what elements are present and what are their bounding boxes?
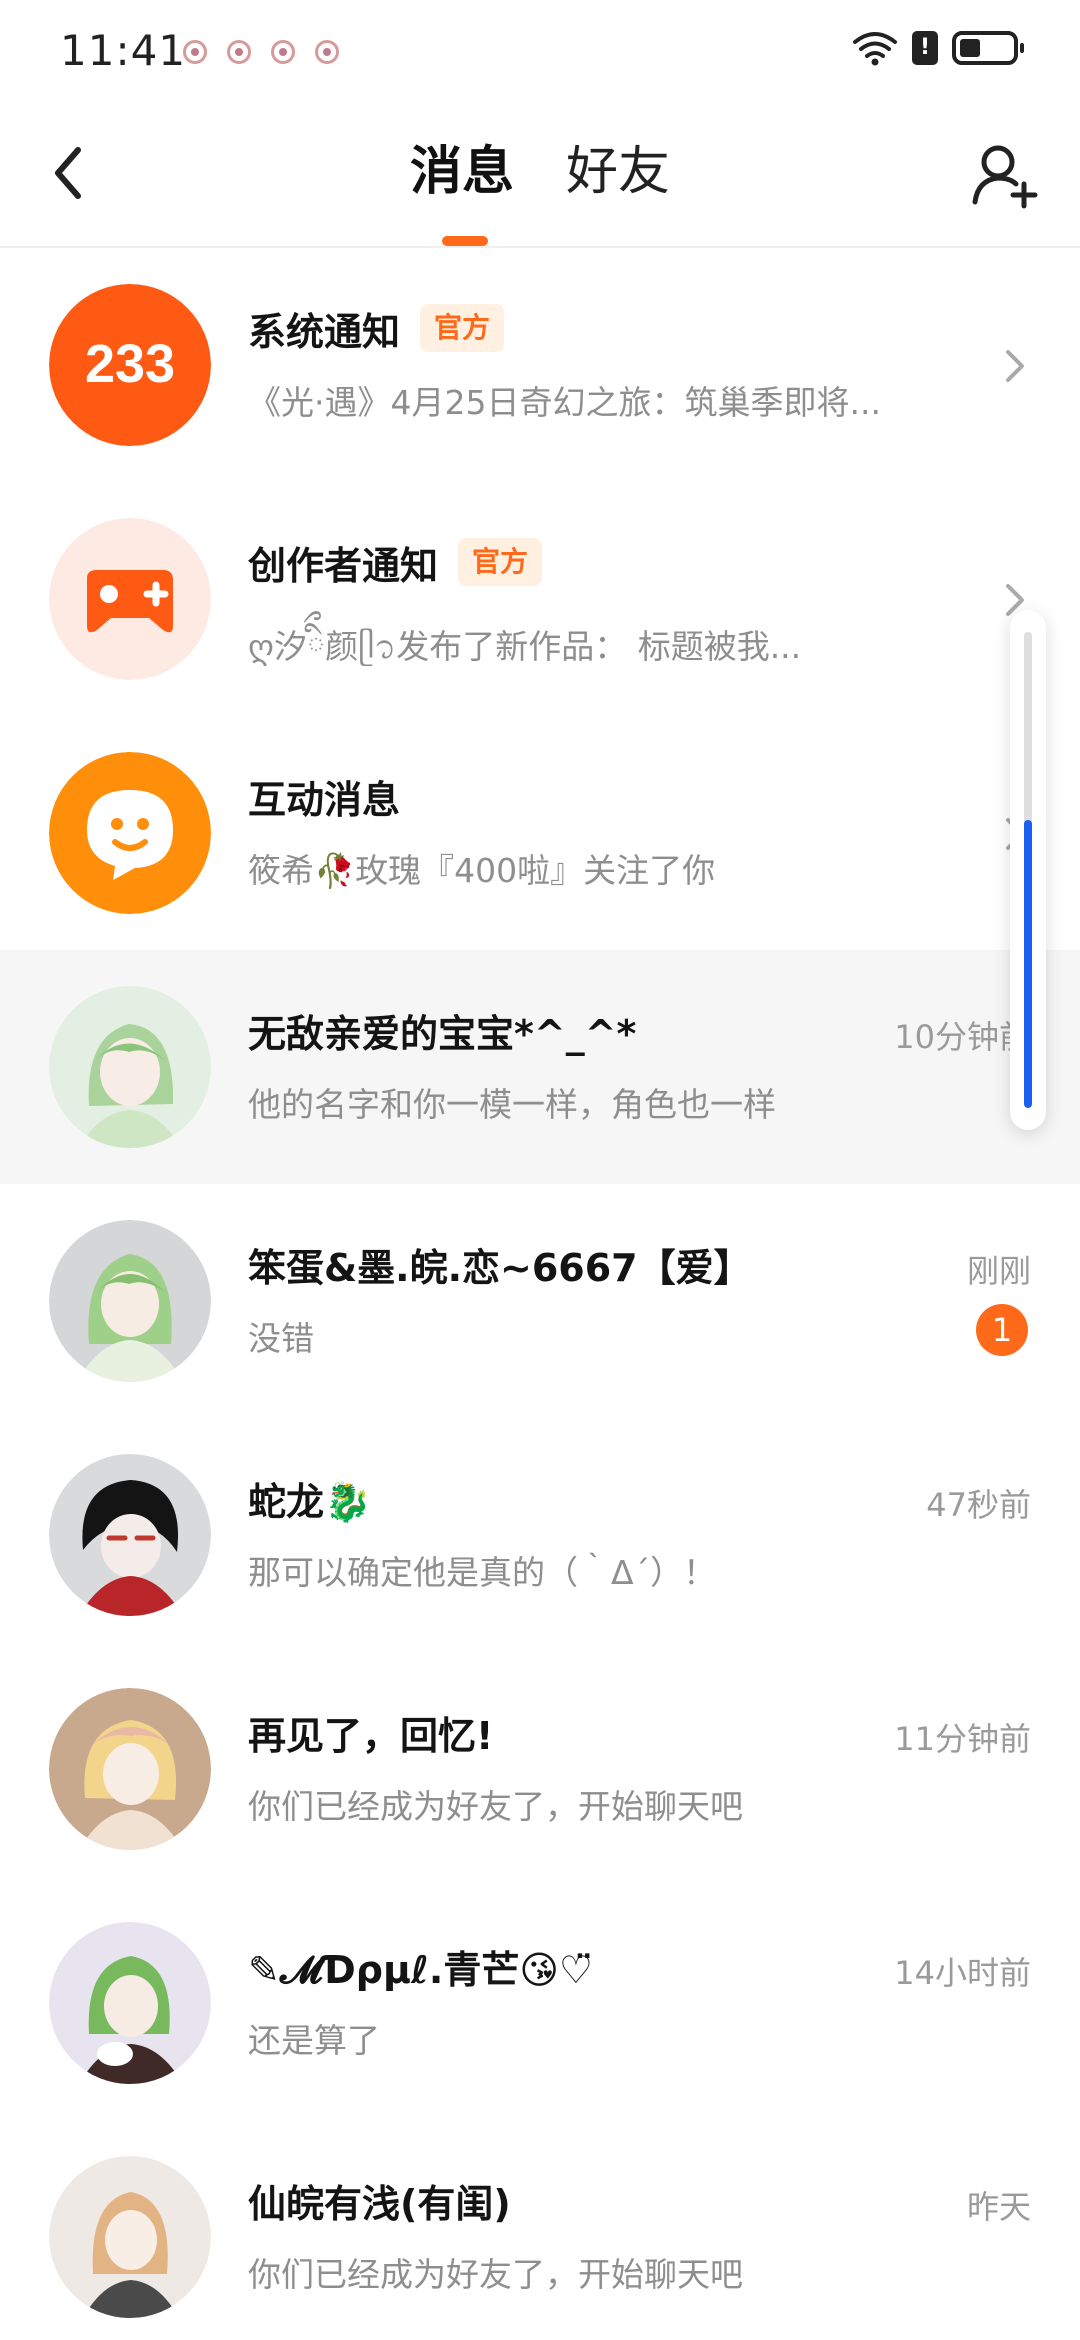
official-badge: 官方 xyxy=(458,538,543,586)
list-item[interactable]: 蛇龙🐉 47秒前 那可以确定他是真的（｀Δ´）！ xyxy=(0,1418,1080,1652)
scrollbar-thumb[interactable] xyxy=(1024,820,1032,1108)
message-time: 11分钟前 xyxy=(894,1720,1031,1758)
contact-name: 再见了，回忆! xyxy=(248,1713,494,1758)
message-list: 233 系统通知 官方 《光·遇》4月25日奇幻之旅：筑巢季即将... 创作者通… xyxy=(0,248,1080,2340)
list-item[interactable]: 互动消息 筱希🥀玫瑰『400啦』关注了你 xyxy=(0,716,1080,950)
contact-name: ✎𝓜Ɗρµℓ.青芒😘♡̈ xyxy=(248,1947,594,1992)
list-item[interactable]: 仙皖有浅(有闺) 昨天 你们已经成为好友了，开始聊天吧 xyxy=(0,2120,1080,2340)
wifi-icon xyxy=(853,32,897,66)
message-preview: 筱希🥀玫瑰『400啦』关注了你 xyxy=(248,851,716,890)
message-time: 14小时前 xyxy=(894,1954,1031,1992)
list-item[interactable]: 再见了，回忆! 11分钟前 你们已经成为好友了，开始聊天吧 xyxy=(0,1652,1080,1886)
notification-icon xyxy=(271,40,295,64)
scrollbar[interactable] xyxy=(1010,610,1046,1130)
contact-name: 无敌亲爱的宝宝*^_^* xyxy=(248,1011,637,1056)
message-time: 47秒前 xyxy=(926,1486,1031,1524)
list-item[interactable]: 笨蛋&墨.皖.恋~6667【爱】 刚刚 没错 1 xyxy=(0,1184,1080,1418)
contact-name: 仙皖有浅(有闺) xyxy=(248,2181,511,2226)
message-preview: ღ汐ིྀ颜ᥫ᭡发布了新作品： 标题被我... xyxy=(248,627,802,666)
status-indicators: ! xyxy=(852,30,1024,66)
avatar-label: 233 xyxy=(85,334,175,394)
chevron-right-icon xyxy=(1006,350,1024,382)
avatar[interactable] xyxy=(49,2156,211,2318)
notification-icons xyxy=(183,40,339,64)
name-line: 互动消息 xyxy=(248,768,400,824)
contact-name: 创作者通知 xyxy=(248,543,439,588)
name-line: 再见了，回忆! xyxy=(248,1704,493,1760)
message-preview: 他的名字和你一模一样，角色也一样 xyxy=(248,1085,776,1124)
add-friend-icon[interactable] xyxy=(970,140,1040,210)
screen: 11:41 ! 消息 好友 233 系统通知 官方 《光·遇》4月25日奇幻之旅… xyxy=(0,0,1080,2340)
unread-badge: 1 xyxy=(976,1304,1028,1356)
back-icon[interactable] xyxy=(40,138,100,208)
battery-icon xyxy=(952,31,1024,65)
list-item[interactable]: 创作者通知 官方 ღ汐ིྀ颜ᥫ᭡发布了新作品： 标题被我... xyxy=(0,482,1080,716)
list-item[interactable]: ✎𝓜Ɗρµℓ.青芒😘♡̈ 14小时前 还是算了 xyxy=(0,1886,1080,2120)
official-badge: 官方 xyxy=(420,304,505,352)
name-line: 系统通知 官方 xyxy=(248,300,505,356)
top-nav: 消息 好友 xyxy=(0,104,1080,248)
contact-name: 互动消息 xyxy=(248,777,401,822)
avatar[interactable] xyxy=(49,1688,211,1850)
message-preview: 没错 xyxy=(248,1319,314,1358)
status-time: 11:41 xyxy=(60,26,187,75)
contact-name: 系统通知 xyxy=(248,309,401,354)
contact-name: 笨蛋&墨.皖.恋~6667【爱】 xyxy=(248,1245,752,1290)
notification-icon xyxy=(227,40,251,64)
message-preview: 还是算了 xyxy=(248,2021,380,2060)
gamepad-icon xyxy=(49,518,211,680)
tab-messages[interactable]: 消息 xyxy=(410,140,514,204)
name-line: 仙皖有浅(有闺) xyxy=(248,2172,511,2228)
message-preview: 你们已经成为好友了，开始聊天吧 xyxy=(248,1787,743,1826)
contact-name: 蛇龙🐉 xyxy=(248,1479,372,1524)
avatar[interactable] xyxy=(49,986,211,1148)
list-item[interactable]: 无敌亲爱的宝宝*^_^* 10分钟前 他的名字和你一模一样，角色也一样 xyxy=(0,950,1080,1184)
message-preview: 你们已经成为好友了，开始聊天吧 xyxy=(248,2255,743,2294)
chat-bubble-icon xyxy=(49,752,211,914)
notification-icon xyxy=(183,40,207,64)
tab-friends[interactable]: 好友 xyxy=(566,140,670,204)
message-time: 昨天 xyxy=(966,2188,1031,2226)
message-preview: 《光·遇》4月25日奇幻之旅：筑巢季即将... xyxy=(248,383,881,422)
system-notice-icon: 233 xyxy=(49,284,211,446)
name-line: 笨蛋&墨.皖.恋~6667【爱】 xyxy=(248,1236,752,1292)
avatar[interactable] xyxy=(49,1220,211,1382)
name-line: 无敌亲爱的宝宝*^_^* xyxy=(248,1002,636,1058)
notification-icon xyxy=(315,40,339,64)
avatar[interactable] xyxy=(49,1922,211,2084)
active-tab-indicator xyxy=(442,236,488,246)
name-line: ✎𝓜Ɗρµℓ.青芒😘♡̈ xyxy=(248,1938,593,1994)
status-bar: 11:41 ! xyxy=(0,0,1080,104)
message-preview: 那可以确定他是真的（｀Δ´）！ xyxy=(248,1553,717,1592)
list-item[interactable]: 233 系统通知 官方 《光·遇》4月25日奇幻之旅：筑巢季即将... xyxy=(0,248,1080,482)
alert-icon: ! xyxy=(912,31,938,65)
name-line: 蛇龙🐉 xyxy=(248,1470,371,1526)
message-time: 刚刚 xyxy=(966,1252,1031,1290)
name-line: 创作者通知 官方 xyxy=(248,534,543,590)
avatar[interactable] xyxy=(49,1454,211,1616)
